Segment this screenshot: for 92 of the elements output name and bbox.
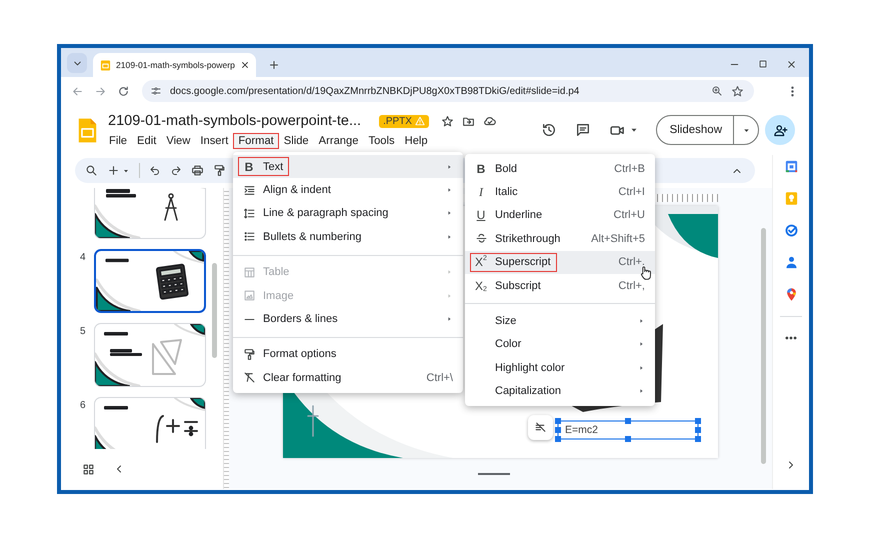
menu-item[interactable]: Bullets & numbering <box>233 225 463 249</box>
warning-icon <box>414 116 425 126</box>
menu-item[interactable]: Clear formatting Ctrl+\ <box>233 366 463 390</box>
menu-item[interactable]: U Underline Ctrl+U <box>465 204 655 228</box>
lines-slash-icon <box>534 421 547 434</box>
menu-item[interactable]: X$^{2}$ Superscript Ctrl+. <box>465 250 655 274</box>
shortcut-label: Ctrl+. <box>618 256 645 268</box>
move-folder-icon[interactable] <box>462 114 475 128</box>
person-icon[interactable] <box>784 255 799 270</box>
address-bar[interactable]: docs.google.com/presentation/d/19QaxZMnrrbZNBKDjPU8gX0xTB98TDkiG/edit#slide=id.p4 <box>142 80 754 102</box>
menu-item[interactable]: Size <box>465 309 655 333</box>
task-check-icon[interactable] <box>784 223 799 238</box>
history-icon[interactable] <box>540 122 557 138</box>
horizontal-line-icon <box>242 318 256 321</box>
shortcut-label: Ctrl+B <box>614 162 645 175</box>
paint-format-icon[interactable] <box>213 164 226 177</box>
shortcut-label: Ctrl+U <box>614 209 645 222</box>
slideshow-button[interactable]: Slideshow <box>656 116 733 144</box>
undo-icon[interactable] <box>149 164 161 176</box>
document-title[interactable]: 2109-01-math-symbols-powerpoint-te... <box>108 113 362 129</box>
add-person-icon <box>772 122 788 138</box>
text-options-button[interactable] <box>528 415 553 440</box>
zoom-icon[interactable] <box>711 85 723 97</box>
bold-icon: B <box>242 160 256 174</box>
star-icon[interactable] <box>440 114 454 128</box>
bookmark-star-icon[interactable] <box>731 84 744 98</box>
browser-tab[interactable]: 2109-01-math-symbols-powerp <box>93 53 256 77</box>
menu-item[interactable]: X$_{2}$ Subscript Ctrl+, <box>465 274 655 298</box>
site-settings-icon[interactable] <box>150 85 162 97</box>
menu-item[interactable]: Capitalization <box>465 380 655 403</box>
menu-button[interactable]: Insert <box>195 133 234 149</box>
reload-icon[interactable] <box>117 84 130 98</box>
menu-item[interactable]: B Bold Ctrl+B <box>465 157 655 180</box>
menu-item[interactable]: B Text <box>233 155 463 178</box>
shortcut-label: Ctrl+\ <box>426 372 453 384</box>
align-indent-icon <box>242 184 256 197</box>
tab-list-button[interactable] <box>67 53 87 73</box>
menu-button[interactable]: Slide <box>278 133 314 149</box>
menu-item[interactable]: I Italic Ctrl+I <box>465 180 655 204</box>
paint-format-icon <box>242 348 256 361</box>
bold-icon: B <box>474 162 488 176</box>
scrollbar[interactable] <box>212 263 217 358</box>
search-icon[interactable] <box>85 164 98 177</box>
slide-number: 5 <box>80 325 87 339</box>
menu-button[interactable]: Arrange <box>314 133 364 149</box>
menu-item[interactable]: Highlight color <box>465 356 655 380</box>
scrollbar[interactable] <box>761 228 766 464</box>
bulleted-list-icon <box>242 230 256 244</box>
forward-icon[interactable] <box>94 84 107 98</box>
menu-button[interactable]: View <box>161 133 196 149</box>
strikethrough-icon <box>474 232 488 246</box>
menu-item[interactable]: Format options <box>233 342 463 366</box>
cloud-icon[interactable] <box>482 114 497 128</box>
grid-view-icon[interactable] <box>82 462 95 476</box>
slides-favicon-icon <box>100 58 111 72</box>
maximize-icon[interactable] <box>758 59 768 69</box>
clear-formatting-icon <box>242 371 256 384</box>
text-box[interactable]: E=mc2 <box>555 418 701 442</box>
print-icon[interactable] <box>191 164 204 177</box>
menu-button[interactable]: Edit <box>132 133 162 149</box>
image-icon <box>242 289 256 302</box>
menu-button[interactable]: Tools <box>363 133 400 149</box>
menu-item[interactable]: Align & indent <box>233 178 463 202</box>
menu-button[interactable]: Help <box>400 133 433 149</box>
slide-number: 6 <box>80 399 87 413</box>
menu-item[interactable]: Color <box>465 332 655 356</box>
menu-item[interactable]: Strikethrough Alt+Shift+5 <box>465 227 655 251</box>
shortcut-label: Ctrl+I <box>618 186 645 198</box>
menu-item[interactable]: Borders & lines <box>233 307 463 331</box>
comment-icon[interactable] <box>574 122 591 138</box>
menu-button[interactable]: Format <box>233 133 279 149</box>
share-button[interactable] <box>765 115 795 145</box>
slide-number: 4 <box>80 251 87 265</box>
line-spacing-icon <box>242 206 256 220</box>
shortcut-label: Alt+Shift+5 <box>591 232 645 245</box>
italic-icon: I <box>474 185 488 200</box>
new-tab-icon[interactable] <box>268 59 280 71</box>
table-icon <box>242 266 256 279</box>
add-icon[interactable] <box>107 164 120 177</box>
resize-handle[interactable] <box>478 473 510 475</box>
close-icon[interactable] <box>240 60 250 70</box>
close-icon[interactable] <box>786 59 797 70</box>
shortcut-label: Ctrl+, <box>618 280 645 292</box>
menu-item[interactable]: Line & paragraph spacing <box>233 202 463 226</box>
file-type-badge[interactable]: .PPTX <box>379 114 429 128</box>
calendar-icon[interactable] <box>784 159 799 174</box>
menu-button[interactable]: File <box>104 133 132 149</box>
back-icon[interactable] <box>71 84 84 98</box>
superscript-icon: X$^{2}$ <box>474 255 488 270</box>
subscript-icon: X$_{2}$ <box>474 278 488 293</box>
redo-icon[interactable] <box>170 164 182 176</box>
underline-icon: U <box>474 208 488 222</box>
